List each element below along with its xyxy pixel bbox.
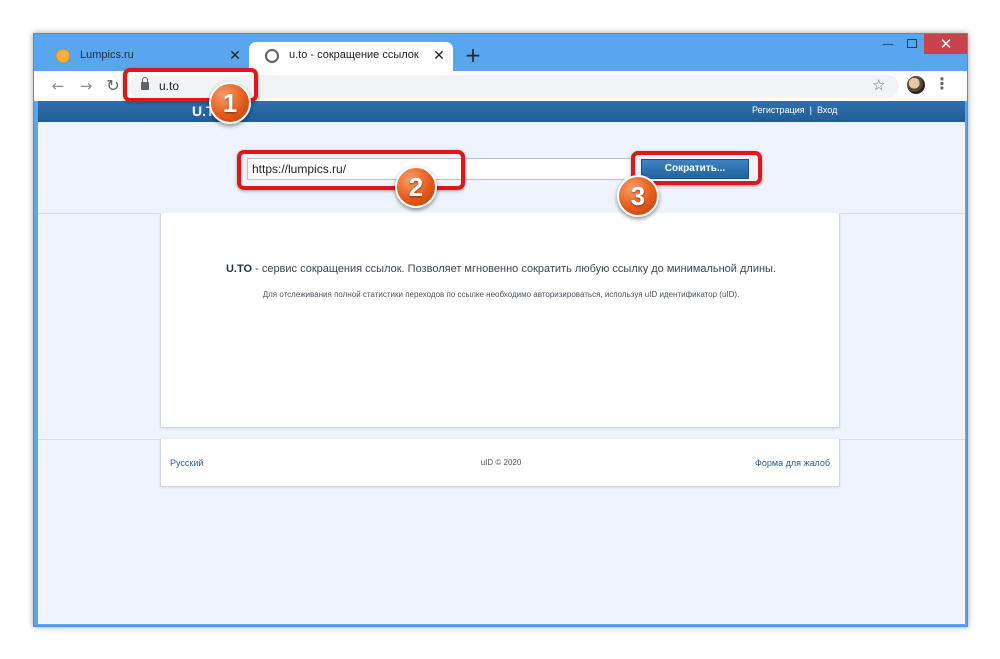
bookmark-star-icon[interactable]: ☆ <box>872 76 885 94</box>
step-badge-2: 2 <box>395 166 437 208</box>
brand-name: U.TO <box>225 263 253 275</box>
tab-title: Lumpics.ru <box>80 49 134 61</box>
forward-arrow-icon[interactable]: → <box>76 76 96 96</box>
minimize-button[interactable]: — <box>876 34 900 54</box>
close-tab-icon[interactable]: ✕ <box>227 48 243 64</box>
maximize-button[interactable] <box>900 34 924 54</box>
window-close-button[interactable]: ✕ <box>924 34 967 54</box>
lumpics-favicon-icon <box>56 49 70 63</box>
minimize-icon: — <box>882 37 894 51</box>
back-arrow-icon[interactable]: ← <box>48 76 68 96</box>
reload-icon[interactable]: ↻ <box>103 76 123 96</box>
tab-title: u.to - сокращение ссылок <box>289 49 419 61</box>
close-tab-icon[interactable]: ✕ <box>431 48 447 64</box>
profile-avatar[interactable] <box>907 76 925 94</box>
site-footer: Русский uID © 2020 Форма для жалоб <box>160 439 840 487</box>
tab-uto[interactable]: u.to - сокращение ссылок ✕ <box>249 42 453 71</box>
login-link[interactable]: Вход <box>817 105 837 115</box>
tab-lumpics[interactable]: Lumpics.ru ✕ <box>40 42 249 71</box>
complaint-form-link[interactable]: Форма для жалоб <box>755 458 830 468</box>
description-text: - сервис сокращения ссылок. Позволяет мг… <box>252 263 777 275</box>
step-badge-1: 1 <box>209 82 251 124</box>
step-badge-3: 3 <box>617 175 659 217</box>
browser-window: Lumpics.ru ✕ u.to - сокращение ссылок ✕ … <box>33 33 968 627</box>
copyright-text: uID © 2020 <box>480 458 522 467</box>
maximize-icon <box>907 39 917 48</box>
menu-kebab-icon[interactable]: ⋮ <box>934 74 950 93</box>
register-link[interactable]: Регистрация <box>752 105 805 115</box>
new-tab-button[interactable]: + <box>462 44 484 66</box>
page-content: U.T Регистрация | Вход https://lumpics.ru/… <box>38 101 965 624</box>
globe-favicon-icon <box>265 49 279 63</box>
site-header: U.T Регистрация | Вход <box>38 101 965 122</box>
service-description: U.TO - сервис сокращения ссылок. Позволя… <box>161 263 841 275</box>
auth-note: Для отслеживания полной статистики перех… <box>262 290 740 299</box>
header-links: Регистрация | Вход <box>752 105 837 115</box>
close-icon: ✕ <box>939 35 953 53</box>
link-separator: | <box>809 105 812 115</box>
description-panel: U.TO - сервис сокращения ссылок. Позволя… <box>160 213 840 428</box>
